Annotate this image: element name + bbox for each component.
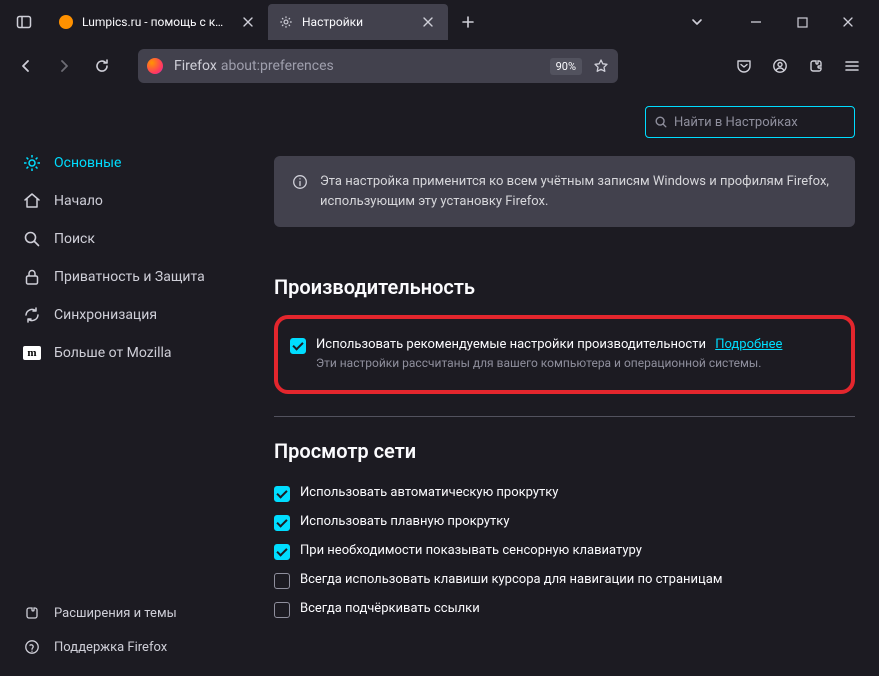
browsing-checkbox-0[interactable] xyxy=(274,486,290,502)
browsing-checkbox-row: Всегда использовать клавиши курсора для … xyxy=(274,566,855,595)
learn-more-link[interactable]: Подробнее xyxy=(715,337,782,352)
sidebar-item-label: Основные xyxy=(54,155,121,171)
back-button[interactable] xyxy=(10,50,42,82)
sidebar-item-sync[interactable]: Синхронизация xyxy=(12,296,238,334)
browsing-checkbox-label: Использовать автоматическую прокрутку xyxy=(300,485,558,500)
sidebar-item-label: Синхронизация xyxy=(54,307,157,323)
gear-icon xyxy=(22,153,42,173)
sidebar-item-general[interactable]: Основные xyxy=(12,144,238,182)
browsing-checkbox-label: При необходимости показывать сенсорную к… xyxy=(300,543,642,558)
banner-text: Эта настройка применится ко всем учётным… xyxy=(320,172,837,211)
browsing-heading: Просмотр сети xyxy=(274,439,855,463)
browsing-checkbox-row: При необходимости показывать сенсорную к… xyxy=(274,537,855,566)
favicon-lumpics xyxy=(58,14,74,30)
titlebar: Lumpics.ru - помощь с компь Настройки xyxy=(0,0,879,44)
question-icon xyxy=(22,637,42,657)
performance-highlight: Использовать рекомендуемые настройки про… xyxy=(274,315,855,394)
window-controls xyxy=(733,2,871,42)
search-icon xyxy=(22,229,42,249)
url-bar[interactable]: Firefox about:preferences 90% xyxy=(138,49,618,83)
recommended-perf-label: Использовать рекомендуемые настройки про… xyxy=(316,337,782,370)
lock-icon xyxy=(22,267,42,287)
sidebar-item-label: Поддержка Firefox xyxy=(54,640,167,655)
sidebar-item-search[interactable]: Поиск xyxy=(12,220,238,258)
maximize-button[interactable] xyxy=(779,2,825,42)
sidebar-item-home[interactable]: Начало xyxy=(12,182,238,220)
menu-icon[interactable] xyxy=(835,50,869,82)
search-icon xyxy=(654,115,668,129)
browsing-checkbox-2[interactable] xyxy=(274,544,290,560)
browsing-list: Использовать автоматическую прокрутку Исп… xyxy=(274,479,855,624)
checkbox-text: Использовать рекомендуемые настройки про… xyxy=(316,337,706,352)
info-banner: Эта настройка применится ко всем учётным… xyxy=(274,156,855,227)
sidebar-item-extensions[interactable]: Расширения и темы xyxy=(12,596,238,630)
close-tab-icon[interactable] xyxy=(418,12,438,32)
browsing-checkbox-label: Использовать плавную прокрутку xyxy=(300,514,510,529)
firefox-icon xyxy=(142,53,168,79)
url-path: about:preferences xyxy=(221,58,334,74)
account-icon[interactable] xyxy=(763,50,797,82)
identity-label: Firefox xyxy=(168,58,221,74)
separator xyxy=(274,416,855,417)
forward-button[interactable] xyxy=(48,50,80,82)
tab-label: Lumpics.ru - помощь с компь xyxy=(82,15,230,29)
checkbox-description: Эти настройки рассчитаны для вашего комп… xyxy=(316,356,782,370)
preferences-content: Основные Начало Поиск Приватность и Защи… xyxy=(0,88,879,676)
settings-search[interactable] xyxy=(645,106,855,138)
list-tabs-button[interactable] xyxy=(681,6,713,38)
zoom-badge[interactable]: 90% xyxy=(550,58,582,75)
browsing-checkbox-label: Всегда подчёркивать ссылки xyxy=(300,601,480,616)
new-tab-button[interactable] xyxy=(452,6,484,38)
gear-icon xyxy=(278,14,294,30)
extensions-icon[interactable] xyxy=(799,50,833,82)
browsing-checkbox-row: Всегда подчёркивать ссылки xyxy=(274,595,855,624)
close-button[interactable] xyxy=(825,2,871,42)
browsing-checkbox-row: Использовать плавную прокрутку xyxy=(274,508,855,537)
performance-heading: Производительность xyxy=(274,275,855,299)
pocket-icon[interactable] xyxy=(727,50,761,82)
sidebar-toggle[interactable] xyxy=(8,6,40,38)
sidebar-item-label: Больше от Mozilla xyxy=(54,345,172,361)
sync-icon xyxy=(22,305,42,325)
tab-lumpics[interactable]: Lumpics.ru - помощь с компь xyxy=(48,4,268,40)
recommended-perf-checkbox[interactable] xyxy=(290,338,306,354)
tab-settings[interactable]: Настройки xyxy=(268,4,448,40)
sidebar-item-label: Начало xyxy=(54,193,103,209)
toolbar: Firefox about:preferences 90% xyxy=(0,44,879,88)
settings-search-input[interactable] xyxy=(674,115,846,130)
sidebar-item-privacy[interactable]: Приватность и Защита xyxy=(12,258,238,296)
tab-strip: Lumpics.ru - помощь с компь Настройки xyxy=(48,4,484,40)
category-sidebar: Основные Начало Поиск Приватность и Защи… xyxy=(0,88,250,676)
browsing-checkbox-label: Всегда использовать клавиши курсора для … xyxy=(300,572,722,587)
info-icon xyxy=(292,174,308,190)
home-icon xyxy=(22,191,42,211)
close-tab-icon[interactable] xyxy=(238,12,258,32)
mozilla-icon: m xyxy=(22,343,42,363)
minimize-button[interactable] xyxy=(733,2,779,42)
browsing-checkbox-3[interactable] xyxy=(274,573,290,589)
sidebar-item-support[interactable]: Поддержка Firefox xyxy=(12,630,238,664)
browsing-checkbox-4[interactable] xyxy=(274,602,290,618)
sidebar-item-label: Приватность и Защита xyxy=(54,269,205,285)
tab-label: Настройки xyxy=(302,15,410,29)
browsing-checkbox-1[interactable] xyxy=(274,515,290,531)
main-panel: Эта настройка применится ко всем учётным… xyxy=(250,88,879,676)
browsing-checkbox-row: Использовать автоматическую прокрутку xyxy=(274,479,855,508)
sidebar-item-label: Расширения и темы xyxy=(54,606,177,621)
bookmark-star-icon[interactable] xyxy=(588,50,614,82)
puzzle-icon xyxy=(22,603,42,623)
reload-button[interactable] xyxy=(86,50,118,82)
sidebar-item-label: Поиск xyxy=(54,231,95,247)
sidebar-item-mozilla[interactable]: m Больше от Mozilla xyxy=(12,334,238,372)
